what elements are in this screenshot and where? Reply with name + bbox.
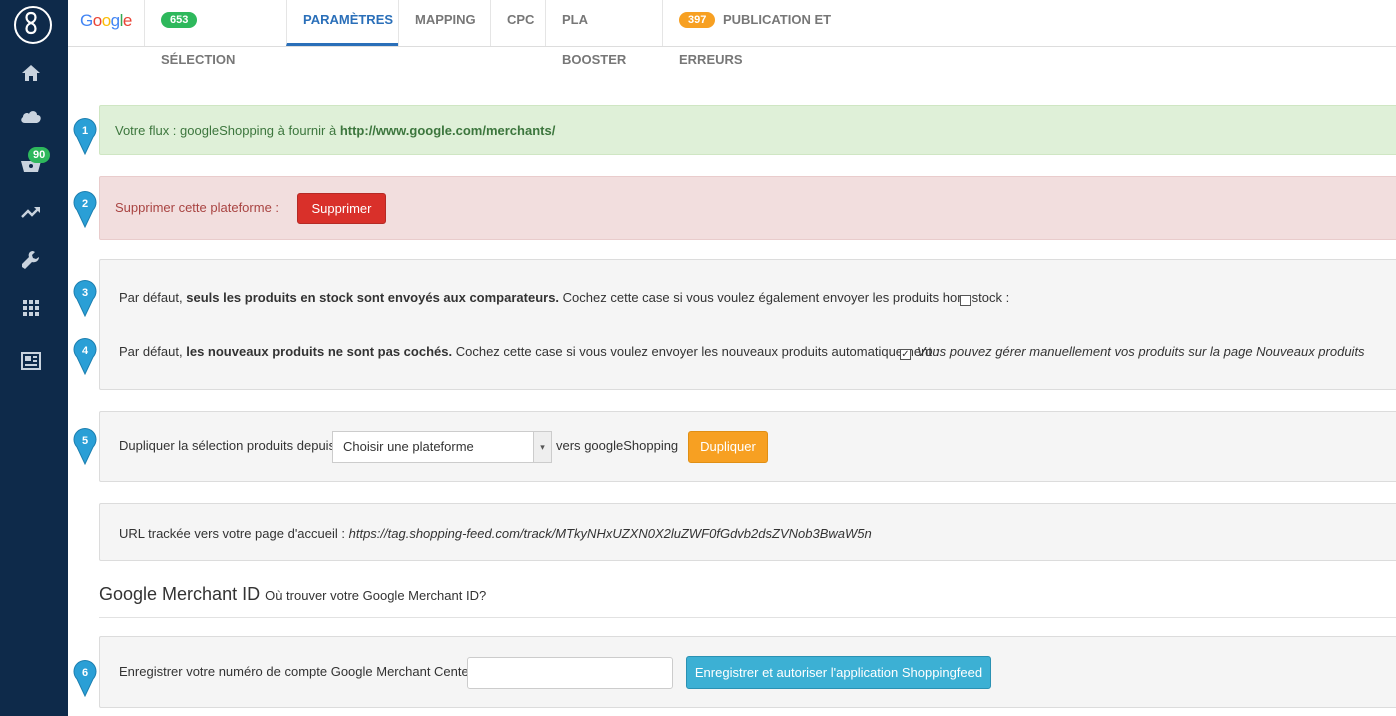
step-pin-1: 1: [73, 117, 97, 155]
step-pin-5: 5: [73, 427, 97, 465]
new-products-bold: les nouveaux produits ne sont pas cochés…: [186, 344, 453, 359]
duplicate-target-name: googleShopping: [584, 438, 679, 453]
news-icon[interactable]: [19, 349, 43, 373]
duplicate-target: vers googleShopping: [556, 438, 678, 453]
svg-text:6: 6: [82, 667, 88, 679]
merchants-link[interactable]: http://www.google.com/merchants/: [340, 123, 555, 138]
step-pin-3: 3: [73, 279, 97, 317]
svg-text:3: 3: [82, 287, 88, 299]
google-logo: Google: [80, 11, 132, 30]
errors-count-badge: 397: [679, 12, 716, 28]
tab-mapping[interactable]: MAPPING: [398, 0, 490, 46]
merchant-panel: Enregistrer votre numéro de compte Googl…: [99, 636, 1396, 708]
duplicate-panel: Dupliquer la sélection produits depuis C…: [99, 411, 1396, 482]
defaults-panel: Par défaut, seuls les produits en stock …: [99, 259, 1396, 390]
svg-text:4: 4: [82, 345, 89, 357]
delete-label: Supprimer cette plateforme :: [115, 200, 280, 215]
sidebar: 90: [0, 0, 68, 716]
delete-platform-panel: Supprimer cette plateforme : Supprimer: [99, 176, 1396, 240]
tab-selection[interactable]: 653 SÉLECTION: [144, 0, 286, 67]
step-pin-2: 2: [73, 190, 97, 228]
tracking-url: https://tag.shopping-feed.com/track/MTky…: [348, 526, 872, 541]
svg-text:1: 1: [82, 125, 88, 137]
new-products-prefix: Par défaut,: [119, 344, 183, 359]
tab-parametres[interactable]: PARAMÈTRES: [286, 0, 398, 46]
platform-select[interactable]: Choisir une plateforme ▾: [332, 431, 552, 463]
chevron-down-icon[interactable]: ▾: [533, 432, 551, 462]
register-authorize-button[interactable]: Enregistrer et autoriser l'application S…: [686, 656, 991, 689]
wrench-icon[interactable]: [19, 248, 43, 272]
tab-label: PLA BOOSTER: [562, 12, 627, 67]
tab-cpc[interactable]: CPC: [490, 0, 545, 46]
duplicate-button[interactable]: Dupliquer: [688, 431, 768, 463]
tab-label: PARAMÈTRES: [303, 12, 394, 27]
new-products-suffix: Cochez cette case si vous voulez envoyer…: [455, 344, 940, 359]
cloud-icon[interactable]: [19, 104, 43, 128]
merchant-label: Enregistrer votre numéro de compte Googl…: [119, 664, 474, 679]
tab-pla-booster[interactable]: PLA BOOSTER: [545, 0, 662, 67]
flux-info-panel: Votre flux : googleShopping à fournir à …: [99, 105, 1396, 155]
top-tab-bar: Google 653 SÉLECTION PARAMÈTRES MAPPING …: [68, 0, 1396, 67]
delete-button[interactable]: Supprimer: [297, 193, 386, 224]
step-pin-6: 6: [73, 659, 97, 697]
flux-name: googleShopping: [180, 123, 275, 138]
apps-icon[interactable]: [19, 296, 43, 320]
duplicate-label: Dupliquer la sélection produits depuis: [119, 438, 336, 453]
merchant-section-title: Google Merchant ID Où trouver votre Goog…: [99, 584, 486, 605]
tab-publication-erreurs[interactable]: 397 PUBLICATION ET ERREURS: [662, 0, 902, 67]
merchant-id-input[interactable]: [467, 657, 673, 689]
flux-line: Votre flux : googleShopping à fournir à …: [115, 123, 555, 138]
duplicate-target-prefix: vers: [556, 438, 581, 453]
new-products-option-line: Par défaut, les nouveaux produits ne son…: [119, 344, 939, 359]
tracking-panel: URL trackée vers votre page d'accueil : …: [99, 503, 1396, 561]
tracking-line: URL trackée vers votre page d'accueil : …: [119, 526, 872, 541]
svg-text:2: 2: [82, 198, 88, 210]
new-products-checkbox[interactable]: ✓: [900, 349, 911, 360]
flux-prefix: Votre flux :: [115, 123, 177, 138]
divider: [99, 617, 1396, 618]
out-of-stock-checkbox[interactable]: [960, 295, 971, 306]
cart-badge: 90: [28, 147, 51, 163]
trending-icon[interactable]: [19, 200, 43, 224]
tracking-label: URL trackée vers votre page d'accueil :: [119, 526, 345, 541]
stock-suffix: Cochez cette case si vous voulez égaleme…: [562, 290, 1010, 305]
flux-middle: à fournir à: [277, 123, 337, 138]
svg-text:5: 5: [82, 435, 88, 447]
tab-label: SÉLECTION: [161, 52, 236, 67]
home-icon[interactable]: [19, 61, 43, 85]
merchant-help-link[interactable]: Où trouver votre Google Merchant ID?: [265, 588, 486, 603]
step-pin-4: 4: [73, 337, 97, 375]
tab-label: MAPPING: [415, 12, 476, 27]
stock-prefix: Par défaut,: [119, 290, 183, 305]
stock-option-line: Par défaut, seuls les produits en stock …: [119, 290, 1009, 305]
new-products-note: Vous pouvez gérer manuellement vos produ…: [917, 344, 1365, 359]
platform-select-value: Choisir une plateforme: [343, 439, 474, 454]
stock-bold: seuls les produits en stock sont envoyés…: [186, 290, 560, 305]
tab-label: CPC: [507, 12, 535, 27]
logo-icon[interactable]: [14, 6, 52, 44]
merchant-title: Google Merchant ID: [99, 584, 261, 604]
selection-count-badge: 653: [161, 12, 198, 28]
